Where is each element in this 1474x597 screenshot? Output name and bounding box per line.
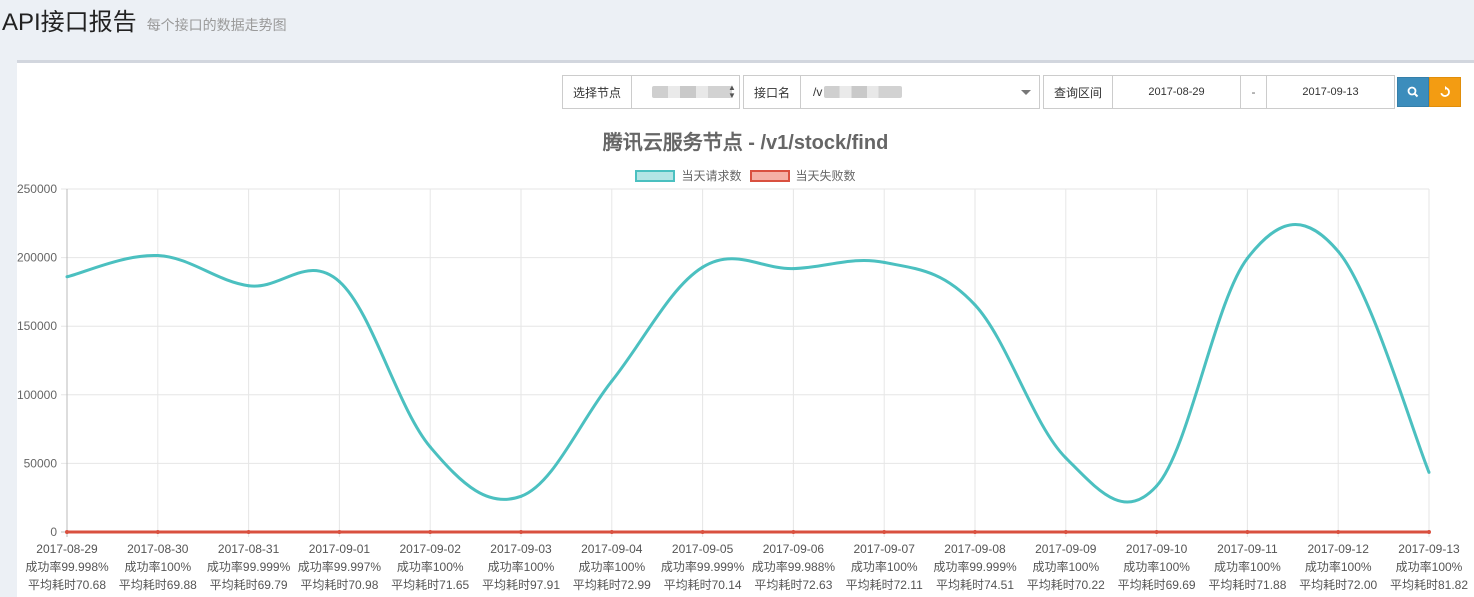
data-point-0 <box>1245 256 1249 260</box>
data-point-1 <box>428 530 433 534</box>
x-avg-time-label: 平均耗时72.00 <box>1299 578 1377 592</box>
data-point-1 <box>609 530 614 534</box>
data-point-1 <box>246 529 251 534</box>
x-success-rate-label: 成功率100% <box>124 559 191 574</box>
data-point-1 <box>1063 530 1068 534</box>
y-tick-label: 200000 <box>17 251 57 265</box>
x-success-rate-label: 成功率99.997% <box>298 559 382 574</box>
x-success-rate-label: 成功率99.999% <box>207 559 291 574</box>
x-tick-label: 2017-08-31 <box>218 542 280 556</box>
x-avg-time-label: 平均耗时70.22 <box>1027 578 1105 592</box>
x-avg-time-label: 平均耗时70.68 <box>28 578 106 592</box>
data-point-0 <box>337 280 341 284</box>
x-avg-time-label: 平均耗时74.51 <box>936 578 1014 592</box>
data-point-0 <box>1427 470 1431 474</box>
x-tick-label: 2017-09-12 <box>1308 542 1370 556</box>
data-point-1 <box>1154 530 1159 534</box>
y-tick-label: 50000 <box>24 456 58 470</box>
data-point-1 <box>65 529 69 534</box>
x-tick-label: 2017-08-30 <box>127 542 189 556</box>
x-tick-label: 2017-08-29 <box>36 542 98 556</box>
data-point-1 <box>1336 530 1341 534</box>
x-success-rate-label: 成功率100% <box>1032 559 1099 574</box>
x-avg-time-label: 平均耗时81.82 <box>1390 578 1468 592</box>
y-tick-label: 250000 <box>17 182 57 196</box>
x-tick-label: 2017-09-03 <box>490 542 552 556</box>
x-success-rate-label: 成功率100% <box>488 559 555 574</box>
x-avg-time-label: 平均耗时69.88 <box>119 578 197 592</box>
data-point-0 <box>65 275 69 279</box>
x-success-rate-label: 成功率100% <box>1396 559 1463 574</box>
x-success-rate-label: 成功率99.988% <box>752 559 836 574</box>
data-point-1 <box>791 529 796 534</box>
x-tick-label: 2017-09-09 <box>1035 542 1097 556</box>
x-avg-time-label: 平均耗时72.63 <box>754 578 832 592</box>
data-point-1 <box>519 530 523 534</box>
x-avg-time-label: 平均耗时69.69 <box>1118 578 1196 592</box>
x-avg-time-label: 平均耗时69.79 <box>210 578 288 592</box>
data-point-0 <box>882 260 886 264</box>
data-point-1 <box>1245 530 1250 534</box>
x-tick-label: 2017-09-11 <box>1217 542 1278 556</box>
x-success-rate-label: 成功率99.999% <box>661 559 745 574</box>
x-tick-label: 2017-09-07 <box>854 542 916 556</box>
data-point-0 <box>973 303 977 307</box>
data-point-0 <box>519 494 523 498</box>
x-success-rate-label: 成功率99.998% <box>25 559 109 574</box>
x-avg-time-label: 平均耗时97.91 <box>482 578 560 592</box>
x-success-rate-label: 成功率100% <box>1305 559 1372 574</box>
data-point-0 <box>791 267 795 271</box>
data-point-1 <box>155 530 160 534</box>
data-point-1 <box>973 529 977 534</box>
data-point-0 <box>701 265 705 269</box>
y-tick-label: 150000 <box>17 319 57 333</box>
data-point-1 <box>337 529 342 534</box>
x-tick-label: 2017-09-02 <box>400 542 462 556</box>
x-success-rate-label: 成功率100% <box>578 559 645 574</box>
x-success-rate-label: 成功率100% <box>851 559 918 574</box>
x-success-rate-label: 成功率99.999% <box>933 559 1017 574</box>
x-tick-label: 2017-09-04 <box>581 542 643 556</box>
data-point-1 <box>1427 530 1431 534</box>
x-success-rate-label: 成功率100% <box>1214 559 1281 574</box>
data-point-0 <box>156 254 160 258</box>
x-avg-time-label: 平均耗时70.98 <box>300 578 378 592</box>
x-avg-time-label: 平均耗时71.88 <box>1208 578 1286 592</box>
data-point-0 <box>1336 249 1340 253</box>
x-avg-time-label: 平均耗时72.99 <box>573 578 651 592</box>
x-success-rate-label: 成功率100% <box>397 559 464 574</box>
data-point-0 <box>1064 456 1068 460</box>
data-point-0 <box>610 379 614 383</box>
data-point-0 <box>1155 484 1159 488</box>
x-tick-label: 2017-09-05 <box>672 542 734 556</box>
y-tick-label: 0 <box>50 525 57 539</box>
x-success-rate-label: 成功率100% <box>1123 559 1190 574</box>
data-point-1 <box>700 529 705 534</box>
line-chart: 0 50000 100000 150000 200000 250000 2017-08-29… <box>17 182 1468 592</box>
data-point-0 <box>428 445 432 449</box>
series-line-0 <box>66 223 1431 504</box>
data-point-0 <box>247 284 251 288</box>
x-avg-time-label: 平均耗时71.65 <box>391 578 469 592</box>
y-tick-label: 100000 <box>17 388 57 402</box>
x-tick-label: 2017-09-08 <box>944 542 1006 556</box>
x-avg-time-label: 平均耗时72.11 <box>846 578 923 592</box>
x-tick-label: 2017-09-01 <box>309 542 371 556</box>
data-point-1 <box>882 530 887 534</box>
x-tick-label: 2017-09-10 <box>1126 542 1188 556</box>
x-avg-time-label: 平均耗时70.14 <box>664 578 742 592</box>
x-tick-label: 2017-09-13 <box>1398 542 1460 556</box>
x-tick-label: 2017-09-06 <box>763 542 825 556</box>
